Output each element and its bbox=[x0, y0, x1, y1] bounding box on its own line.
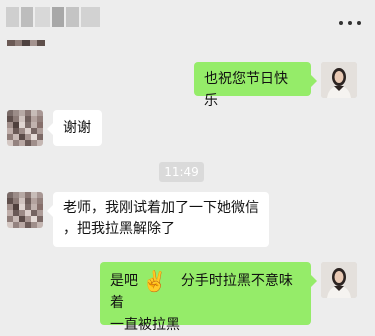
my-message-bubble[interactable]: 是吧 ✌️ 分手时拉黑不意味着 一直被拉黑 bbox=[100, 262, 317, 333]
blurred-avatar-mosaic bbox=[7, 110, 43, 146]
contact-message-bubble[interactable]: 谢谢 bbox=[47, 110, 102, 146]
message-text-line1: 老师，我刚试着加了一下她微信 bbox=[63, 200, 259, 216]
time-separator: 11:49 bbox=[159, 162, 204, 182]
bubble-tail bbox=[311, 275, 317, 287]
message-text: 也祝您节日快乐 bbox=[204, 71, 288, 109]
contact-avatar[interactable] bbox=[7, 110, 43, 146]
portrait-icon bbox=[321, 262, 357, 298]
blurred-contact-name bbox=[6, 7, 100, 27]
more-dots-icon[interactable] bbox=[339, 20, 361, 26]
previous-avatar-fragment bbox=[7, 40, 45, 46]
message-text-line2: 一直被拉黑 bbox=[110, 317, 180, 333]
chat-header bbox=[0, 0, 375, 46]
portrait-icon bbox=[321, 62, 357, 98]
my-avatar[interactable] bbox=[321, 62, 357, 98]
my-avatar[interactable] bbox=[321, 262, 357, 298]
bubble-tail bbox=[47, 205, 53, 217]
my-message-bubble[interactable]: 也祝您节日快乐 bbox=[194, 62, 317, 109]
contact-message-bubble[interactable]: 老师，我刚试着加了一下她微信 ，把我拉黑解除了 bbox=[47, 192, 269, 247]
bubble-tail bbox=[47, 123, 53, 135]
blurred-avatar-mosaic bbox=[7, 192, 43, 228]
victory-hand-icon: ✌️ bbox=[142, 269, 167, 293]
message-text-pre: 是吧 bbox=[110, 273, 138, 289]
bubble-tail bbox=[311, 75, 317, 87]
contact-avatar[interactable] bbox=[7, 192, 43, 228]
message-text: 谢谢 bbox=[63, 120, 91, 136]
message-text-line2: ，把我拉黑解除了 bbox=[63, 221, 175, 237]
